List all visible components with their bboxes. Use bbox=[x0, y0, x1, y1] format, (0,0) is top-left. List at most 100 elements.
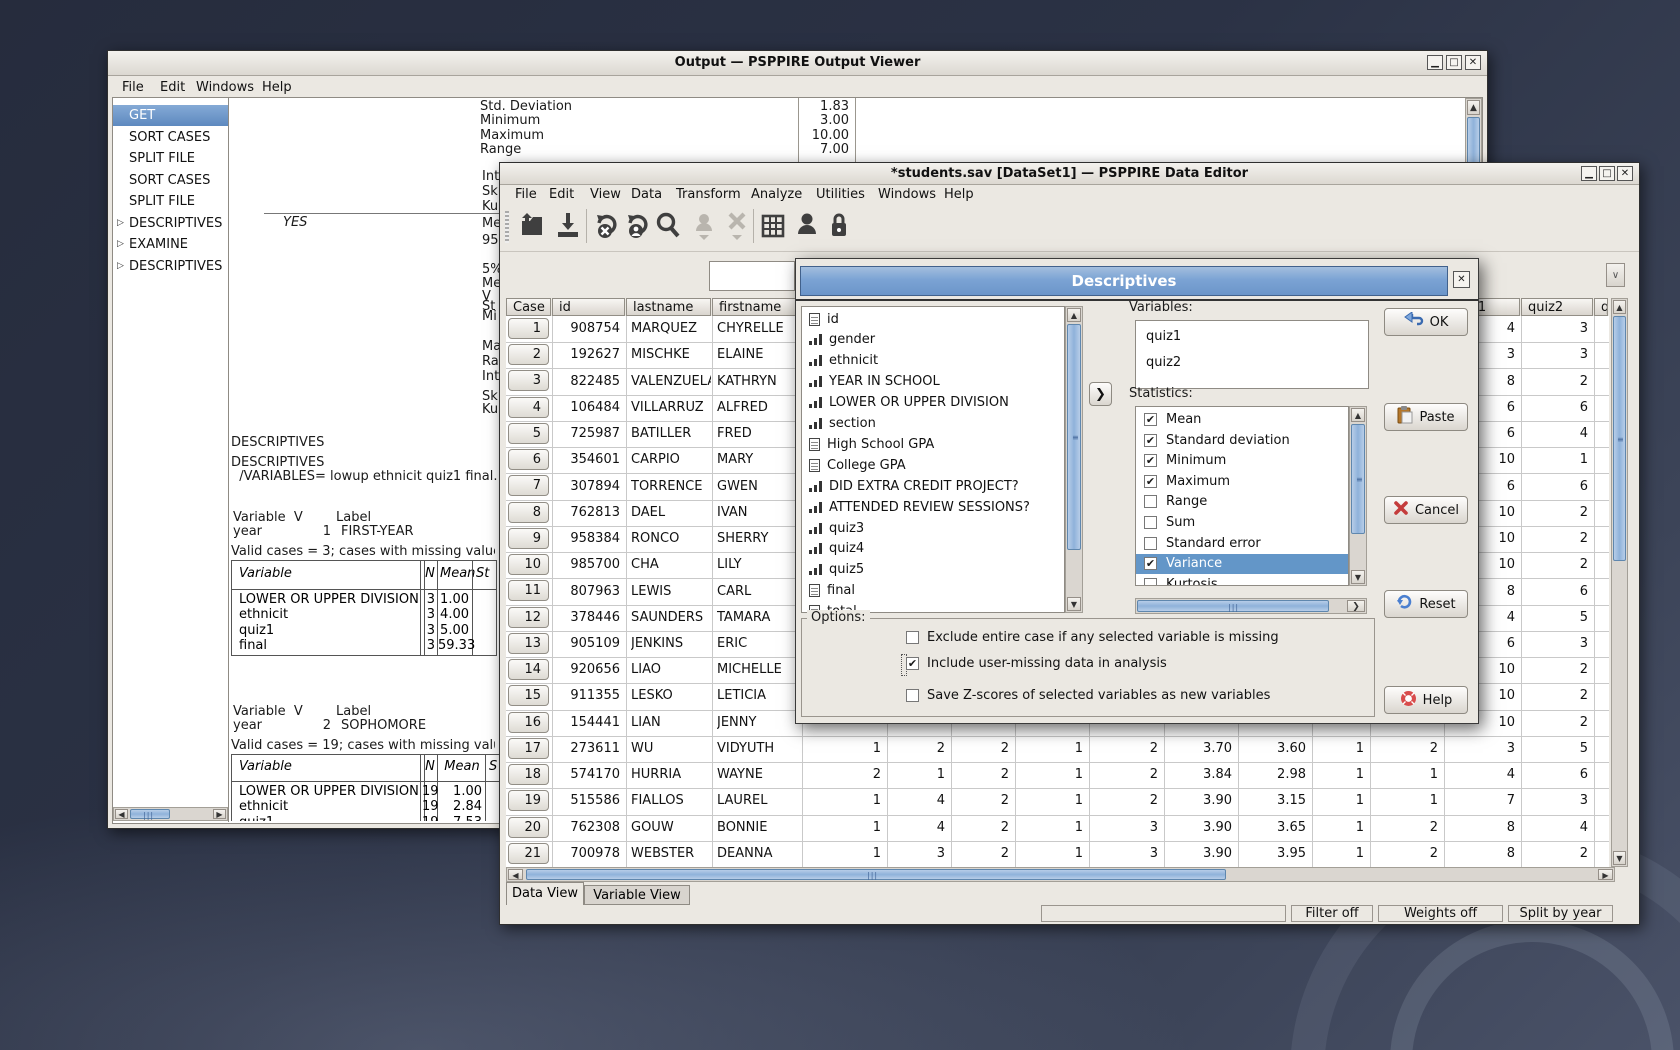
output-window-titlebar[interactable]: Output — PSPPIRE Output Viewer ▁ □ ✕ bbox=[108, 51, 1487, 76]
scroll-up-icon[interactable]: ▲ bbox=[1613, 300, 1626, 314]
cell-lastname[interactable]: BATILLER bbox=[631, 426, 711, 441]
cell-firstname[interactable]: TAMARA bbox=[717, 610, 801, 625]
cell-firstname[interactable]: JENNY bbox=[717, 715, 801, 730]
cell-id[interactable]: 725987 bbox=[556, 426, 620, 441]
cell-value[interactable]: 3.15 bbox=[1242, 793, 1306, 808]
cell-quiz2[interactable]: 1 bbox=[1525, 452, 1588, 467]
cell-quiz2[interactable]: 6 bbox=[1525, 584, 1588, 599]
cell-value[interactable]: 2 bbox=[1093, 767, 1158, 782]
column-header-id[interactable]: id bbox=[552, 298, 625, 316]
cell-value[interactable]: 1 bbox=[1316, 793, 1364, 808]
scroll-left-icon[interactable]: ◀ bbox=[508, 869, 523, 880]
cell-value[interactable]: 2 bbox=[955, 846, 1009, 861]
cell-value[interactable]: 4 bbox=[891, 820, 945, 835]
cell-value[interactable]: 2 bbox=[1374, 820, 1438, 835]
cell-lastname[interactable]: SAUNDERS bbox=[631, 610, 711, 625]
cell-value[interactable]: 1 bbox=[1316, 767, 1364, 782]
case-number-button[interactable]: 19 bbox=[508, 790, 549, 811]
cell-id[interactable]: 908754 bbox=[556, 321, 620, 336]
case-number-button[interactable]: 20 bbox=[508, 817, 549, 838]
sidebar-item-split-file[interactable]: SPLIT FILE bbox=[113, 148, 228, 169]
cell-value[interactable]: 1 bbox=[806, 741, 881, 756]
cell-quiz2[interactable]: 6 bbox=[1525, 400, 1588, 415]
cell-value[interactable]: 1 bbox=[1316, 820, 1364, 835]
cell-firstname[interactable]: MICHELLE bbox=[717, 662, 801, 677]
case-number-button[interactable]: 18 bbox=[508, 764, 549, 785]
expander-icon[interactable]: ▷ bbox=[117, 256, 124, 277]
cell-lastname[interactable]: TORRENCE bbox=[631, 479, 711, 494]
cell-quiz1[interactable]: 7 bbox=[1448, 793, 1515, 808]
cell-value[interactable]: 1 bbox=[806, 846, 881, 861]
cell-id[interactable]: 378446 bbox=[556, 610, 620, 625]
scroll-right-icon[interactable]: ▶ bbox=[213, 809, 226, 819]
dialog-button-paste[interactable]: Paste bbox=[1384, 403, 1468, 431]
menu-help[interactable]: Help bbox=[258, 78, 296, 97]
cell-firstname[interactable]: MARY bbox=[717, 452, 801, 467]
sidebar-item-split-file[interactable]: SPLIT FILE bbox=[113, 191, 228, 212]
cell-lastname[interactable]: MARQUEZ bbox=[631, 321, 711, 336]
close-icon[interactable]: ✕ bbox=[1465, 55, 1481, 70]
cell-lastname[interactable]: HURRIA bbox=[631, 767, 711, 782]
cell-value[interactable]: 2 bbox=[1093, 741, 1158, 756]
cell-firstname[interactable]: LAUREL bbox=[717, 793, 801, 808]
case-number-button[interactable]: 9 bbox=[508, 528, 549, 549]
case-number-button[interactable]: 15 bbox=[508, 685, 549, 706]
column-header-firstname[interactable]: firstname bbox=[712, 298, 801, 316]
column-header-Case[interactable]: Case bbox=[506, 298, 551, 316]
cell-lastname[interactable]: LESKO bbox=[631, 688, 711, 703]
cell-value[interactable]: 1 bbox=[1316, 846, 1364, 861]
cell-id[interactable]: 192627 bbox=[556, 347, 620, 362]
cell-id[interactable]: 574170 bbox=[556, 767, 620, 782]
cell-id[interactable]: 985700 bbox=[556, 557, 620, 572]
maximize-icon[interactable]: □ bbox=[1446, 55, 1462, 70]
cell-value[interactable]: 1 bbox=[806, 820, 881, 835]
cell-lastname[interactable]: CHA bbox=[631, 557, 711, 572]
sidebar-item-get[interactable]: GET bbox=[113, 105, 228, 126]
cell-quiz2[interactable]: 5 bbox=[1525, 741, 1588, 756]
menu-edit[interactable]: Edit bbox=[156, 78, 189, 97]
cell-quiz2[interactable]: 2 bbox=[1525, 531, 1588, 546]
cell-id[interactable]: 106484 bbox=[556, 400, 620, 415]
cell-firstname[interactable]: LILY bbox=[717, 557, 801, 572]
cell-value[interactable]: 1 bbox=[1019, 820, 1083, 835]
cell-value[interactable]: 1 bbox=[1019, 741, 1083, 756]
cell-firstname[interactable]: ERIC bbox=[717, 636, 801, 651]
cell-lastname[interactable]: LEWIS bbox=[631, 584, 711, 599]
cell-value[interactable]: 1 bbox=[1019, 767, 1083, 782]
sidebar-horizontal-scrollbar[interactable]: ◀ ||| ▶ bbox=[113, 807, 228, 821]
sidebar-item-descriptives[interactable]: ▷DESCRIPTIVES bbox=[113, 213, 228, 234]
cell-value[interactable]: 3.60 bbox=[1242, 741, 1306, 756]
cell-value[interactable]: 1 bbox=[1019, 793, 1083, 808]
cell-firstname[interactable]: ELAINE bbox=[717, 347, 801, 362]
cell-value[interactable]: 3 bbox=[1093, 846, 1158, 861]
case-number-button[interactable]: 4 bbox=[508, 397, 549, 418]
cell-value[interactable]: 2 bbox=[955, 741, 1009, 756]
cell-firstname[interactable]: KATHRYN bbox=[717, 374, 801, 389]
cell-firstname[interactable]: WAYNE bbox=[717, 767, 801, 782]
cell-id[interactable]: 762308 bbox=[556, 820, 620, 835]
dialog-button-help[interactable]: Help bbox=[1384, 686, 1468, 714]
cell-id[interactable]: 958384 bbox=[556, 531, 620, 546]
column-header-lastname[interactable]: lastname bbox=[626, 298, 711, 316]
cell-quiz1[interactable]: 8 bbox=[1448, 846, 1515, 861]
cell-value[interactable]: 1 bbox=[1374, 767, 1438, 782]
cell-firstname[interactable]: SHERRY bbox=[717, 531, 801, 546]
cell-firstname[interactable]: LETICIA bbox=[717, 688, 801, 703]
scroll-up-icon[interactable]: ▲ bbox=[1467, 100, 1480, 115]
cell-firstname[interactable]: ALFRED bbox=[717, 400, 801, 415]
cell-lastname[interactable]: VILLARRUZ bbox=[631, 400, 711, 415]
cell-lastname[interactable]: WU bbox=[631, 741, 711, 756]
sidebar-item-sort-cases[interactable]: SORT CASES bbox=[113, 127, 228, 148]
cell-value[interactable]: 1 bbox=[1316, 741, 1364, 756]
menu-file[interactable]: File bbox=[118, 78, 148, 97]
cell-value[interactable]: 3 bbox=[891, 846, 945, 861]
cell-value[interactable]: 2 bbox=[806, 767, 881, 782]
cell-value[interactable]: 4 bbox=[891, 793, 945, 808]
case-number-button[interactable]: 2 bbox=[508, 344, 549, 365]
cell-value[interactable]: 1 bbox=[1019, 846, 1083, 861]
cell-id[interactable]: 354601 bbox=[556, 452, 620, 467]
case-number-button[interactable]: 5 bbox=[508, 423, 549, 444]
case-number-button[interactable]: 1 bbox=[508, 318, 549, 339]
case-number-button[interactable]: 14 bbox=[508, 659, 549, 680]
cell-value[interactable]: 2.98 bbox=[1242, 767, 1306, 782]
